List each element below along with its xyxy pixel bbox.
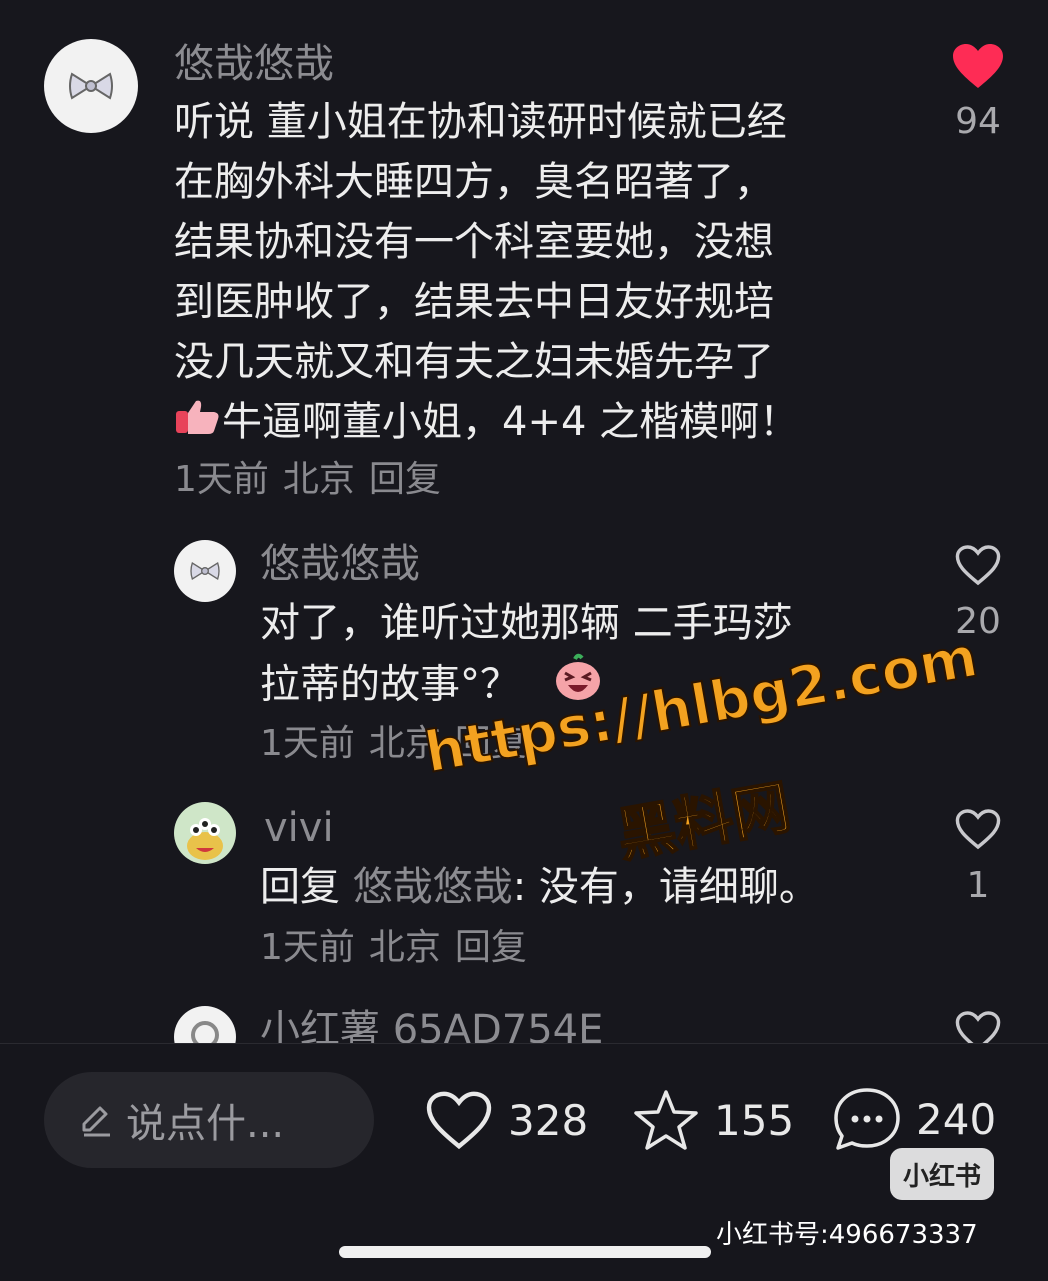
thumbs-up-emoji-icon bbox=[174, 394, 222, 454]
alien-avatar-icon bbox=[187, 818, 223, 860]
post-collect-count: 155 bbox=[714, 1095, 795, 1145]
comment-time: 1天前 bbox=[260, 927, 355, 968]
post-like-count: 328 bbox=[508, 1095, 589, 1145]
reply-button[interactable]: 回复 bbox=[369, 459, 441, 500]
home-indicator[interactable] bbox=[339, 1246, 711, 1258]
comment-line-text: : 没有，请细聊。 bbox=[512, 864, 819, 910]
bow-icon bbox=[190, 561, 220, 581]
reply-prefix: 回复 bbox=[260, 864, 340, 910]
avatar[interactable] bbox=[44, 39, 138, 133]
xiaohongshu-id: 小红书号:496673337 bbox=[716, 1220, 978, 1250]
comment-meta: 1天前 北京 回复 bbox=[260, 926, 541, 970]
comment-author[interactable]: vivi bbox=[264, 804, 334, 852]
post-like-button[interactable]: 328 bbox=[424, 1090, 588, 1150]
comment-author[interactable]: 悠哉悠哉 bbox=[174, 40, 334, 88]
star-outline-icon bbox=[634, 1090, 698, 1150]
comment-line: 对了，谁听过她那辆 二手玛莎 bbox=[260, 600, 793, 646]
comment-bubble-icon bbox=[834, 1088, 900, 1150]
heart-filled-icon bbox=[953, 44, 1003, 88]
comment-meta: 1天前 北京 回复 bbox=[174, 458, 455, 502]
like-button[interactable] bbox=[950, 42, 1006, 90]
comment-location: 北京 bbox=[368, 927, 441, 968]
watermark-site-name: 黑料网 bbox=[611, 772, 796, 871]
comment-line: 到医肿收了，结果去中日友好规培 bbox=[174, 279, 774, 325]
comment-line: 牛逼啊董小姐，4+4 之楷模啊！ bbox=[174, 392, 914, 454]
bow-icon bbox=[69, 72, 113, 100]
avatar[interactable] bbox=[174, 802, 236, 864]
heart-outline-icon bbox=[426, 1091, 492, 1150]
comment-line: 听说 董小姐在协和读研时候就已经 bbox=[174, 99, 787, 145]
reply-button[interactable]: 回复 bbox=[455, 927, 527, 968]
comment-location: 北京 bbox=[282, 459, 355, 500]
heart-outline-icon bbox=[955, 809, 1001, 850]
comment-input-placeholder: 说点什... bbox=[126, 1101, 285, 1147]
post-comment-count: 240 bbox=[916, 1094, 997, 1144]
comment-author[interactable]: 悠哉悠哉 bbox=[260, 540, 420, 588]
like-count: 1 bbox=[966, 865, 990, 906]
comment-line: 在胸外科大睡四方，臭名昭著了， bbox=[174, 159, 774, 205]
comment-time: 1天前 bbox=[260, 723, 355, 764]
comment-input[interactable]: 说点什... bbox=[44, 1072, 374, 1168]
comment-line-text: 拉蒂的故事°？ bbox=[260, 661, 520, 708]
comment-line: 没几天就又和有夫之妇未婚先孕了 bbox=[174, 339, 774, 385]
post-collect-button[interactable]: 155 bbox=[632, 1088, 794, 1152]
comment-time: 1天前 bbox=[174, 459, 269, 500]
comment-text: 回复 悠哉悠哉: 没有，请细聊。 bbox=[260, 857, 900, 917]
comment-text: 听说 董小姐在协和读研时候就已经 在胸外科大睡四方，臭名昭著了， 结果协和没有一… bbox=[174, 92, 914, 454]
post-comment-button[interactable]: 240 bbox=[832, 1086, 996, 1152]
reply-to-user[interactable]: 悠哉悠哉 bbox=[353, 864, 513, 910]
avatar[interactable] bbox=[174, 540, 236, 602]
heart-outline-icon bbox=[955, 545, 1001, 586]
comment-line: 结果协和没有一个科室要她，没想 bbox=[174, 219, 774, 265]
like-button[interactable] bbox=[954, 544, 1002, 586]
comment-line-text: 牛逼啊董小姐，4+4 之楷模啊！ bbox=[222, 399, 800, 445]
like-count: 94 bbox=[955, 101, 1001, 142]
pencil-icon bbox=[82, 1106, 110, 1137]
like-button[interactable] bbox=[954, 808, 1002, 850]
xiaohongshu-logo: 小红书 bbox=[890, 1148, 994, 1200]
